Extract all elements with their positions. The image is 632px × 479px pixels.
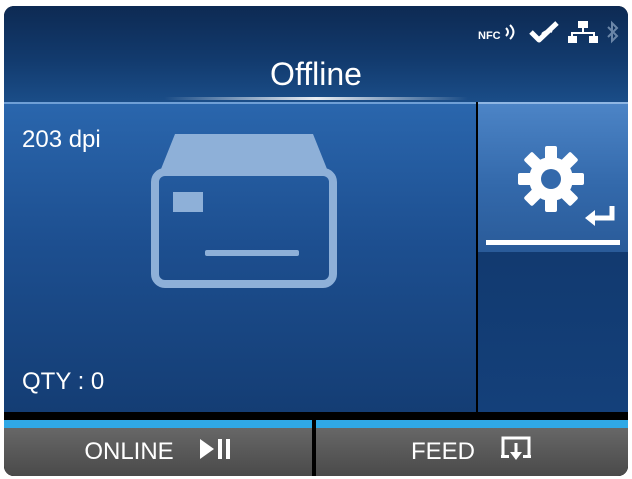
page-title: Offline [270,56,362,92]
settings-button[interactable] [478,102,628,252]
quantity-readout: QTY : 0 [22,368,104,396]
feed-label: FEED [410,438,475,465]
network-icon [568,20,598,44]
resolution-label: 203 dpi [22,126,101,153]
qty-value: 0 [90,368,105,395]
gear-icon [516,144,586,219]
qty-label: QTY [22,368,71,395]
bluetooth-icon [606,20,620,44]
settings-selection-bar [486,240,620,245]
nfc-text: NFC [478,30,501,42]
nfc-icon: NFC [478,20,520,44]
check-signal-icon [528,20,560,44]
status-panel: 203 dpi QTY : 0 [4,102,476,412]
printer-media-icon [139,130,349,295]
header-bar: NFC Offline [4,6,628,102]
side-column [478,102,628,412]
online-button[interactable]: ONLINE [4,420,312,476]
play-pause-icon [198,437,232,468]
online-label: ONLINE [84,438,174,465]
feed-icon [499,435,533,470]
status-icons: NFC [478,18,620,46]
title-underline [164,97,468,100]
feed-button[interactable]: FEED [316,420,628,476]
printer-display: NFC Offline 203 dpi QTY: 0 ONLINE FEED [4,6,628,476]
enter-icon [584,204,618,233]
qty-separator: : [70,368,91,395]
softkey-bar: ONLINE FEED [4,412,628,476]
